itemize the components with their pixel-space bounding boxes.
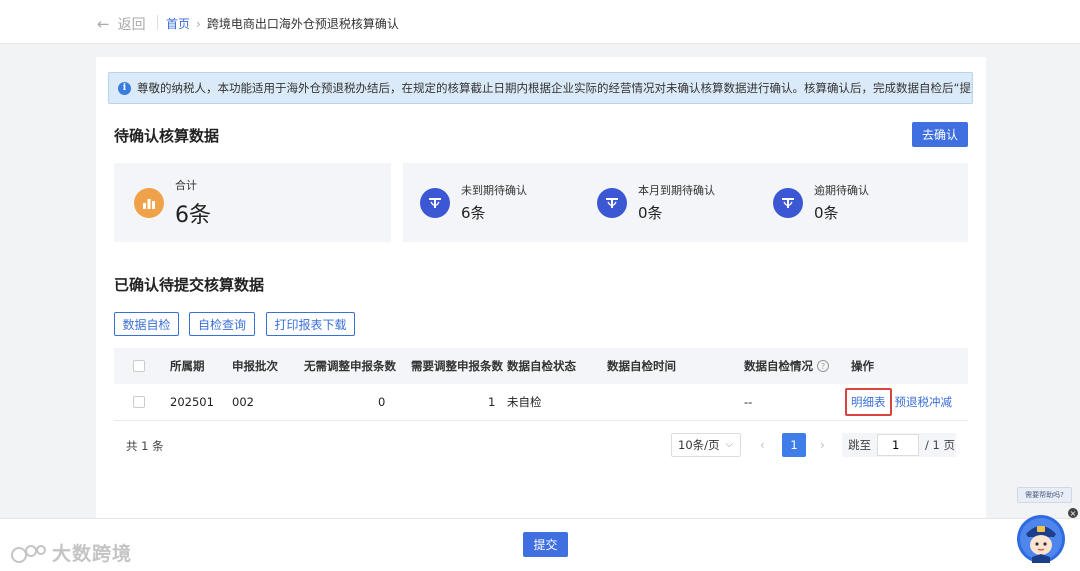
cell-period: 202501 [170, 395, 214, 409]
column-header-situation: 数据自检情况 ? [744, 348, 829, 384]
watermark: 大数跨境 [10, 539, 132, 566]
back-label: 返回 [117, 17, 146, 33]
detail-link[interactable]: 明细表 [845, 388, 892, 416]
column-header: 数据自检情况 [744, 359, 813, 373]
footer-bar: 大数跨境 提交 [0, 518, 1080, 571]
select-all-checkbox[interactable] [133, 360, 145, 372]
check-query-button[interactable]: 自检查询 [189, 312, 255, 336]
total-label: 合计 [175, 178, 197, 192]
table-header: 所属期 申报批次 无需调整申报条数 需要调整申报条数 数据自检状态 数据自检时间… [114, 348, 968, 384]
column-header: 数据自检时间 [607, 359, 676, 373]
stat-label: 未到期待确认 [461, 184, 527, 197]
refund-offset-link[interactable]: 预退税冲减 [895, 394, 953, 410]
stat-overdue: 逾期待确认 0条 [773, 163, 869, 242]
page-jumper: 跳至 / 1 页 [842, 433, 956, 457]
breadcrumb-home[interactable]: 首页 [166, 15, 190, 32]
cell-need-adjust: 1 [488, 395, 496, 409]
page-size-select[interactable]: 10条/页 ⌵ [671, 433, 741, 457]
total-stat-card: 合计 6条 [114, 163, 391, 242]
row-cell-select [133, 384, 145, 420]
cell-status: 未自检 [507, 395, 542, 409]
stat-value: 6条 [461, 204, 486, 222]
column-header: 需要调整申报条数 [411, 359, 503, 373]
column-header: 无需调整申报条数 [304, 359, 396, 373]
cell-situation: -- [744, 395, 753, 409]
submit-button[interactable]: 提交 [523, 532, 568, 557]
breadcrumb-separator-icon: › [196, 16, 201, 31]
tax-refund-icon [597, 187, 627, 218]
table-row: 202501 002 0 1 未自检 -- 明细表 预退税冲减 [114, 384, 968, 421]
help-tooltip[interactable]: 需要帮助吗? [1017, 487, 1072, 503]
next-page-icon[interactable]: › [820, 438, 825, 452]
cell-batch: 002 [232, 395, 254, 409]
close-icon[interactable]: × [1068, 508, 1078, 518]
divider [157, 15, 158, 30]
back-button[interactable]: ← 返回 [97, 14, 146, 34]
notice-banner: i 尊敬的纳税人，本功能适用于海外仓预退税办结后，在规定的核算截止日期内根据企业… [108, 72, 973, 104]
stat-not-due: 未到期待确认 6条 [420, 163, 527, 242]
prev-page-icon[interactable]: ‹ [760, 438, 765, 452]
breadcrumb-current: 跨境电商出口海外仓预退税核算确认 [206, 17, 399, 31]
jump-page-input[interactable] [877, 434, 919, 456]
go-confirm-button[interactable]: 去确认 [912, 122, 968, 147]
bar-chart-icon [134, 187, 164, 218]
main-card: i 尊敬的纳税人，本功能适用于海外仓预退税办结后，在规定的核算截止日期内根据企业… [96, 57, 986, 537]
breadcrumb: 首页 › 跨境电商出口海外仓预退税核算确认 [166, 15, 399, 32]
cell-no-adjust: 0 [378, 395, 386, 409]
total-count: 共 1 条 [126, 439, 164, 453]
cell-actions: 明细表 预退税冲减 [845, 384, 952, 420]
arrow-left-icon: ← [97, 15, 110, 33]
page-size-value: 10条/页 [678, 438, 720, 452]
confirmed-section-title: 已确认待提交核算数据 [114, 276, 265, 294]
jump-label: 跳至 [848, 438, 871, 452]
stat-label: 逾期待确认 [814, 184, 869, 197]
column-header: 数据自检状态 [507, 359, 576, 373]
watermark-logo-icon [11, 544, 46, 563]
row-checkbox[interactable] [133, 396, 145, 408]
stats-card: 未到期待确认 6条 本月到期待确认 0条 逾期待确认 0条 [403, 163, 968, 242]
watermark-text: 大数跨境 [52, 543, 133, 565]
column-header: 操作 [851, 359, 874, 373]
page-number-current[interactable]: 1 [782, 433, 806, 457]
print-download-button[interactable]: 打印报表下载 [266, 312, 355, 336]
stat-value: 0条 [814, 204, 839, 222]
total-value: 6条 [175, 202, 211, 228]
question-icon[interactable]: ? [817, 360, 829, 372]
page-total: / 1 页 [925, 438, 956, 452]
assistant-avatar[interactable] [1014, 510, 1068, 564]
top-bar: ← 返回 首页 › 跨境电商出口海外仓预退税核算确认 [0, 0, 1080, 44]
notice-text: 尊敬的纳税人，本功能适用于海外仓预退税办结后，在规定的核算截止日期内根据企业实际… [137, 81, 973, 95]
chevron-down-icon: ⌵ [725, 439, 733, 450]
stat-value: 0条 [638, 204, 663, 222]
stat-label: 本月到期待确认 [638, 184, 715, 197]
tax-refund-icon [420, 187, 450, 218]
column-header: 申报批次 [232, 359, 278, 373]
self-check-button[interactable]: 数据自检 [114, 312, 179, 336]
stat-due-this-month: 本月到期待确认 0条 [597, 163, 715, 242]
header-cell-select [133, 348, 145, 384]
column-header: 所属期 [170, 359, 205, 373]
tax-refund-icon [773, 187, 803, 218]
total-stat: 合计 6条 [134, 163, 211, 242]
info-icon: i [118, 81, 131, 95]
pending-section-title: 待确认核算数据 [114, 127, 220, 145]
